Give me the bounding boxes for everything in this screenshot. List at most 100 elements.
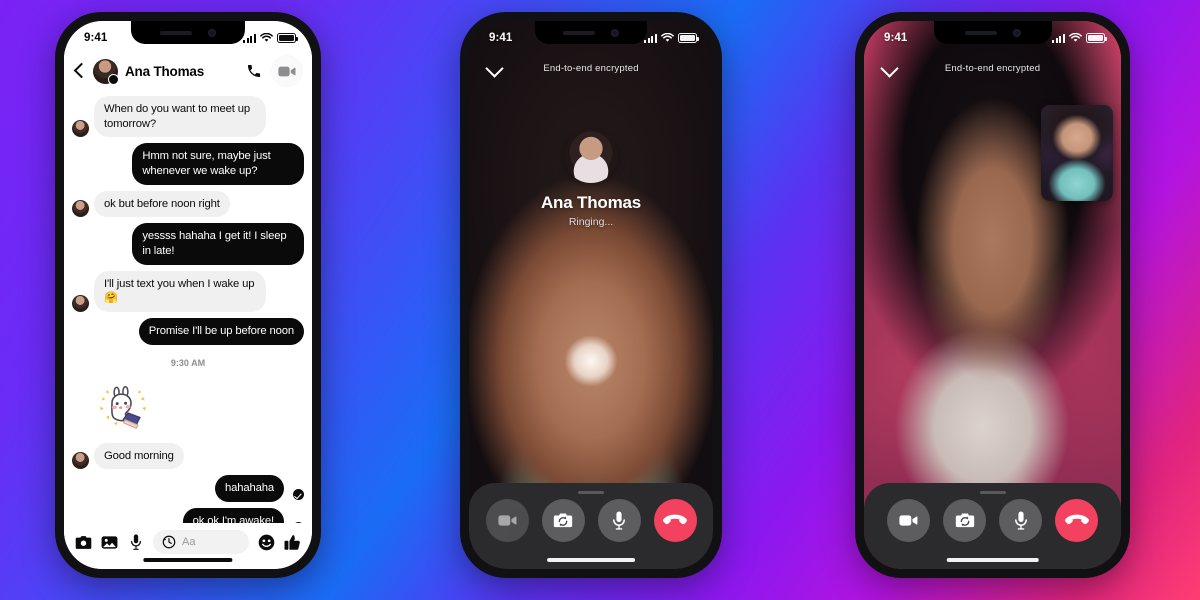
signal-bars-icon [242, 33, 256, 43]
video-camera-icon [497, 514, 516, 526]
home-indicator[interactable] [547, 558, 635, 562]
avatar [72, 295, 89, 313]
mute-button[interactable] [999, 498, 1042, 542]
status-indicators [242, 33, 298, 43]
end-call-button[interactable] [653, 498, 697, 542]
flip-camera-button[interactable] [943, 498, 986, 542]
message-list[interactable]: When do you want to meet up tomorrow? Hm… [64, 91, 312, 523]
chevron-left-icon[interactable] [72, 64, 86, 78]
home-indicator[interactable] [143, 558, 233, 562]
video-toggle-button[interactable] [485, 498, 529, 542]
avatar [564, 129, 618, 183]
avatar [72, 452, 89, 470]
device-notch [534, 21, 648, 44]
end-call-icon [663, 514, 687, 525]
message-bubble[interactable]: Good morning [94, 442, 184, 470]
microphone-icon[interactable] [127, 534, 144, 551]
earpiece-speaker [159, 30, 192, 35]
message-row: I'll just text you when I wake up 🤗 [72, 270, 304, 313]
messenger-conversation: 9:41 Ana Thomas When do you want to meet… [64, 21, 312, 569]
front-camera [610, 28, 619, 37]
message-input[interactable]: Aa [153, 530, 249, 554]
video-call-outgoing: 9:41 End-to-end encrypted Ana Thomas Rin… [469, 21, 713, 569]
message-bubble[interactable]: Hmm not sure, maybe just whenever we wak… [132, 143, 304, 185]
flip-camera-icon [553, 513, 573, 527]
status-indicators [643, 33, 699, 43]
wifi-icon [661, 33, 674, 42]
signal-bars-icon [1051, 33, 1065, 43]
message-row: ok ok I'm awake! [72, 508, 304, 523]
microphone-icon [1014, 511, 1027, 530]
phone-active-call: 9:41 End-to-end encrypted [855, 12, 1130, 578]
callee-name: Ana Thomas [540, 193, 642, 212]
avatar [72, 200, 89, 218]
message-bubble[interactable]: hahahaha [214, 475, 284, 503]
message-input-placeholder: Aa [182, 536, 196, 548]
encryption-label: End-to-end encrypted [543, 62, 639, 74]
video-call-button[interactable] [272, 56, 302, 86]
battery-icon [678, 33, 699, 43]
chevron-down-icon[interactable] [485, 59, 503, 77]
message-row: When do you want to meet up tomorrow? [72, 96, 304, 138]
message-bubble[interactable]: ok ok I'm awake! [182, 508, 284, 523]
drag-handle[interactable] [979, 491, 1006, 495]
phone-outgoing-call: 9:41 End-to-end encrypted Ana Thomas Rin… [460, 12, 722, 578]
status-time: 9:41 [884, 32, 908, 44]
video-call-active: 9:41 End-to-end encrypted [864, 21, 1121, 569]
home-indicator[interactable] [946, 558, 1039, 562]
timestamp-divider: 9:30 AM [170, 357, 206, 368]
flip-camera-button[interactable] [541, 498, 585, 542]
conversation-header: Ana Thomas [64, 51, 312, 91]
callee-info: Ana Thomas Ringing... [469, 129, 713, 228]
front-camera [207, 28, 216, 37]
wifi-icon [260, 33, 273, 42]
self-view-pip[interactable] [1041, 105, 1113, 201]
earpiece-speaker [562, 30, 595, 35]
phone-icon[interactable] [243, 60, 265, 82]
message-row: ok but before noon right [72, 190, 304, 218]
clock-history-icon [162, 535, 176, 549]
chevron-down-icon[interactable] [880, 59, 898, 77]
smiley-icon[interactable] [258, 534, 275, 551]
message-bubble[interactable]: When do you want to meet up tomorrow? [94, 96, 266, 138]
message-bubble[interactable]: I'll just text you when I wake up 🤗 [94, 270, 266, 313]
battery-icon [1086, 33, 1107, 43]
video-toggle-button[interactable] [887, 498, 930, 542]
mute-button[interactable] [597, 498, 641, 542]
phone-chat-screen: 9:41 Ana Thomas When do you want to meet… [64, 21, 312, 569]
message-row: hahahaha [72, 475, 304, 503]
camera-icon[interactable] [75, 534, 92, 551]
message-row: Promise I'll be up before noon [72, 318, 304, 345]
microphone-icon [613, 511, 625, 530]
flip-camera-icon [955, 513, 974, 527]
battery-icon [277, 33, 298, 43]
message-row: yessss hahaha I get it! I sleep in late! [72, 223, 304, 265]
video-camera-icon [278, 66, 296, 76]
message-bubble[interactable]: Promise I'll be up before noon [138, 318, 304, 345]
page-title: Ana Thomas [125, 63, 205, 79]
phone-chat: 9:41 Ana Thomas When do you want to meet… [55, 12, 321, 578]
encryption-label: End-to-end encrypted [944, 62, 1041, 74]
photo-gallery-icon[interactable] [101, 534, 118, 551]
message-bubble[interactable]: ok but before noon right [94, 190, 230, 218]
earpiece-speaker [964, 30, 997, 35]
avatar[interactable] [93, 58, 119, 85]
status-time: 9:41 [489, 32, 513, 44]
thumbs-up-icon[interactable] [284, 534, 301, 551]
video-camera-icon [899, 514, 918, 526]
device-notch [130, 21, 246, 44]
drag-handle[interactable] [578, 491, 604, 495]
status-indicators [1051, 33, 1107, 43]
bunny-sticker-icon [94, 377, 156, 433]
call-status: Ringing... [568, 216, 614, 228]
status-time: 9:41 [84, 32, 108, 44]
wifi-icon [1069, 33, 1082, 42]
message-bubble[interactable]: yessss hahaha I get it! I sleep in late! [132, 223, 304, 265]
end-call-button[interactable] [1055, 498, 1098, 542]
phone-active-call-screen: 9:41 End-to-end encrypted [864, 21, 1121, 569]
call-controls-bar [864, 483, 1121, 569]
call-controls-bar [469, 483, 713, 569]
end-call-icon [1064, 514, 1089, 525]
call-top-bar: End-to-end encrypted [864, 51, 1121, 85]
sticker-message[interactable] [72, 377, 304, 433]
